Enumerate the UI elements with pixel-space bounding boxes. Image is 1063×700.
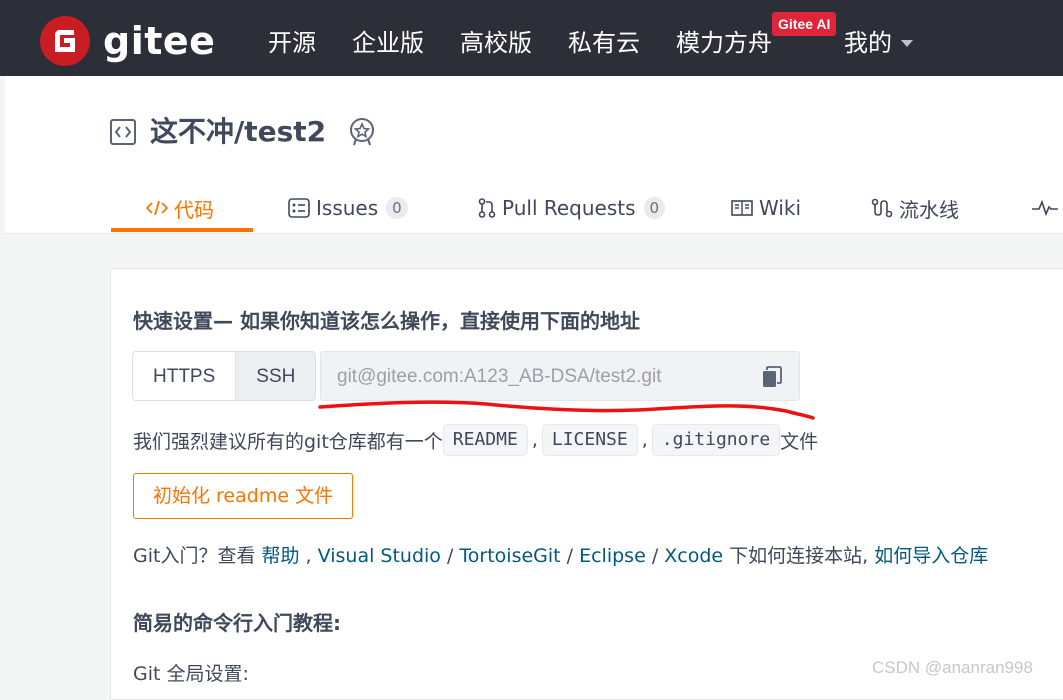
chevron-down-icon[interactable] <box>901 40 913 47</box>
init-readme-button[interactable]: 初始化 readme 文件 <box>133 473 354 519</box>
tab-code[interactable]: 代码 <box>146 184 214 232</box>
help-line: Git入门？查看 帮助 , Visual Studio / TortoiseGi… <box>133 541 988 568</box>
pipeline-icon <box>871 198 893 218</box>
tab-issues-label: Issues <box>316 196 379 220</box>
nav-education[interactable]: 高校版 <box>460 27 532 59</box>
help-prefix: Git入门？查看 <box>133 545 262 567</box>
tab-issues[interactable]: Issues 0 <box>288 184 408 232</box>
global-settings-label: Git 全局设置: <box>133 663 249 685</box>
help-middle: 下如何连接本站, <box>723 545 875 567</box>
import-repo-link[interactable]: 如何导入仓库 <box>874 545 988 567</box>
issues-count-badge: 0 <box>386 197 408 219</box>
tutorial-title: 简易的命令行入门教程: <box>133 611 341 635</box>
gitee-ai-badge[interactable]: Gitee AI <box>772 12 837 36</box>
gitignore-chip: .gitignore <box>651 424 781 456</box>
issues-icon <box>288 198 310 218</box>
quick-setup-title: 快速设置— 如果你知道该怎么操作，直接使用下面的地址 <box>133 309 640 333</box>
copy-icon[interactable] <box>762 366 782 392</box>
eclipse-link[interactable]: Eclipse <box>579 545 646 567</box>
repo-header: 这不冲/test2 代码 Issues 0 Pull Requests 0 Wi… <box>5 76 1063 234</box>
https-button[interactable]: HTTPS <box>132 351 237 401</box>
help-separator: , <box>299 545 318 567</box>
comma-separator: , <box>531 429 538 451</box>
pull-request-icon <box>478 198 496 218</box>
code-repo-icon <box>110 119 136 145</box>
tab-pipeline[interactable]: 流水线 <box>871 184 959 232</box>
gitee-logo[interactable]: gitee <box>40 16 215 66</box>
slash-separator: / <box>560 545 580 567</box>
tab-wiki[interactable]: Wiki <box>731 184 801 232</box>
gitee-logo-icon <box>40 16 90 66</box>
tab-overflow[interactable] <box>1032 184 1058 232</box>
repo-url-input[interactable] <box>321 352 759 402</box>
comma-separator: , <box>641 429 648 451</box>
logo-text: gitee <box>103 19 216 63</box>
pull-requests-count-badge: 0 <box>643 197 666 219</box>
tab-wiki-label: Wiki <box>759 196 802 220</box>
tab-code-label: 代码 <box>174 197 214 222</box>
quick-setup-card: 快速设置— 如果你知道该怎么操作，直接使用下面的地址 HTTPS SSH 我们强… <box>110 268 1063 700</box>
repo-title[interactable]: 这不冲/test2 <box>150 114 326 150</box>
recommend-badge-icon[interactable] <box>347 117 377 151</box>
pulse-icon <box>1032 199 1058 217</box>
xcode-link[interactable]: Xcode <box>664 545 723 567</box>
red-underline-annotation <box>318 400 815 420</box>
help-link[interactable]: 帮助 <box>262 545 300 567</box>
nav-enterprise[interactable]: 企业版 <box>352 27 424 59</box>
tab-pipeline-label: 流水线 <box>899 197 959 222</box>
book-icon <box>731 200 753 216</box>
tab-pull-requests-label: Pull Requests <box>502 196 636 220</box>
slash-separator: / <box>645 545 665 567</box>
nav-open-source[interactable]: 开源 <box>268 27 316 59</box>
watermark: CSDN @ananran998 <box>872 658 1033 677</box>
protocol-toggle: HTTPS SSH <box>132 351 317 401</box>
readme-chip: README <box>442 424 528 456</box>
repo-url-box <box>320 351 800 402</box>
tab-pull-requests[interactable]: Pull Requests 0 <box>478 184 666 232</box>
tortoisegit-link[interactable]: TortoiseGit <box>459 545 560 567</box>
nav-moli-fangzhou[interactable]: 模力方舟 <box>676 27 772 59</box>
nav-private-cloud[interactable]: 私有云 <box>568 27 640 59</box>
slash-separator: / <box>440 545 460 567</box>
suggestion-prefix: 我们强烈建议所有的git仓库都有一个 <box>133 430 443 453</box>
ssh-button[interactable]: SSH <box>236 351 317 401</box>
nav-mine[interactable]: 我的 <box>844 27 892 59</box>
visual-studio-link[interactable]: Visual Studio <box>318 545 441 567</box>
license-chip: LICENSE <box>541 424 638 456</box>
repo-title-row: 这不冲/test2 <box>110 114 326 150</box>
active-tab-indicator <box>111 228 253 232</box>
top-navbar: gitee 开源 企业版 高校版 私有云 模力方舟 Gitee AI 我的 <box>0 0 1063 76</box>
code-icon <box>146 200 168 216</box>
suggestion-suffix: 文件 <box>780 430 819 453</box>
suggestion-line: 我们强烈建议所有的git仓库都有一个 README , LICENSE , .g… <box>133 424 818 456</box>
